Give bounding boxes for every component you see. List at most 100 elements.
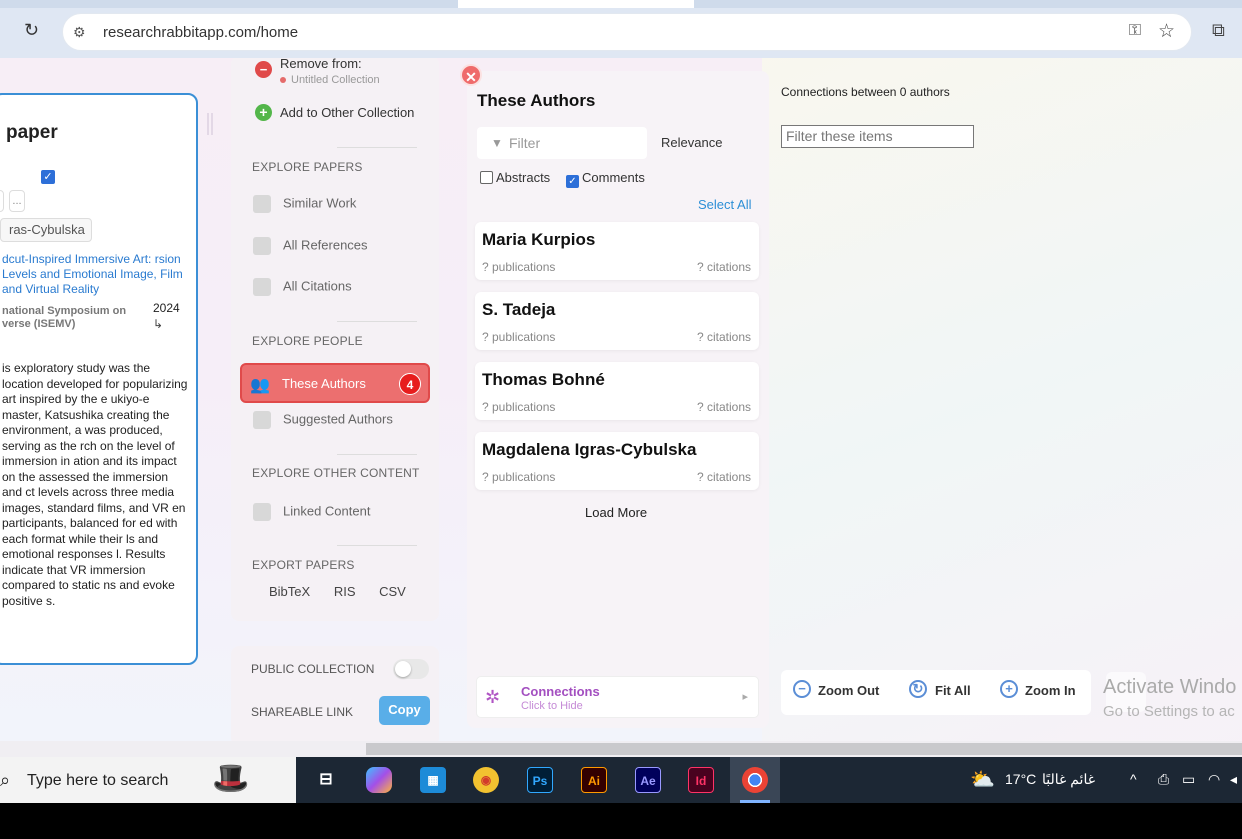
key-icon[interactable]: ⚿ [1129,22,1141,40]
comments-option[interactable]: ✓ Comments [566,170,645,188]
zoom-out-icon[interactable]: − [793,680,811,698]
author-citations: ? citations [696,470,751,484]
battery-icon[interactable]: ▭ [1182,771,1195,788]
author-filter-input[interactable]: ▼ Filter [477,127,647,159]
author-publications: ? publications [482,260,556,274]
after-effects-icon[interactable]: Ae [635,767,661,793]
people-icon: 👥 [250,377,270,394]
taskbar-search-text: Type here to search [27,772,169,789]
illustrator-icon[interactable]: Ai [581,767,607,793]
scrollbar-thumb[interactable] [366,743,1242,755]
chevron-up-icon[interactable]: ^ [1130,771,1137,787]
people-icon [253,411,271,429]
connections-toggle[interactable]: ✲ Connections Click to Hide ▸ [476,676,759,718]
abstracts-option[interactable]: Abstracts [480,170,550,185]
author-card[interactable]: Maria Kurpios ? publications ? citations [475,222,759,280]
indesign-icon[interactable]: Id [688,767,714,793]
task-view-icon[interactable]: ⊟ [313,767,339,793]
windows-taskbar: ⌕ Type here to search 🎩 ⊟ ▦ ◉ Ps Ai Ae I… [0,757,1242,803]
star-icon[interactable]: ☆ [1158,20,1175,43]
weather-icon[interactable]: ⛅ [970,767,995,792]
export-csv-link[interactable]: CSV [379,584,406,599]
paper-card[interactable]: paper ✓ ... ras-Cybulska dcut-Inspired I… [0,93,198,665]
add-icon[interactable]: + [255,104,272,121]
citations-icon [253,278,271,296]
public-collection-label: PUBLIC COLLECTION [251,662,375,676]
url-text[interactable]: researchrabbitapp.com/home [103,24,298,41]
fit-all-button[interactable]: Fit All [935,683,971,698]
export-bibtex-link[interactable]: BibTeX [269,584,310,599]
volume-icon[interactable]: ◂ [1230,771,1237,788]
connections-title: Connections [521,684,600,699]
copy-link-button[interactable]: Copy [379,696,430,725]
author-citations: ? citations [696,260,751,274]
suggested-authors-item[interactable]: Suggested Authors [253,411,393,429]
export-ris-link[interactable]: RIS [334,584,356,599]
zoom-in-icon[interactable]: + [1000,680,1018,698]
more-chip[interactable]: ... [9,190,25,212]
collection-settings: PUBLIC COLLECTION SHAREABLE LINK Copy [231,646,439,741]
author-card[interactable]: Magdalena Igras-Cybulska ? publications … [475,432,759,490]
taskbar-search[interactable]: ⌕ Type here to search 🎩 [0,757,296,803]
add-to-other-collection[interactable]: Add to Other Collection [280,105,414,120]
store-icon[interactable]: ▦ [420,767,446,793]
paper-checkbox[interactable]: ✓ [41,170,55,184]
paper-year: 2024 [153,301,180,315]
address-bar[interactable]: ⚙ researchrabbitapp.com/home ⚿ ☆ [62,13,1192,51]
browser-toolbar: ↻ ⚙ researchrabbitapp.com/home ⚿ ☆ ⧉ [0,0,1242,58]
author-publications: ? publications [482,470,556,484]
reload-icon[interactable]: ↻ [24,20,39,41]
weather-text[interactable]: غائم غالبًا [1042,771,1095,788]
abstracts-label: Abstracts [496,170,551,185]
remove-from-label[interactable]: Remove from: [280,58,362,71]
shareable-link-label: SHAREABLE LINK [251,705,354,719]
extensions-icon[interactable]: ⧉ [1212,20,1225,41]
active-tab[interactable] [458,0,694,8]
similar-work-label: Similar Work [283,195,357,211]
references-icon [253,237,271,255]
public-collection-toggle[interactable] [393,659,429,679]
photoshop-icon[interactable]: Ps [527,767,553,793]
document-icon [253,195,271,213]
zoom-in-button[interactable]: Zoom In [1025,683,1076,698]
these-authors-button[interactable]: 👥 These Authors 4 [240,363,430,403]
wifi-icon[interactable]: ◠ [1208,771,1220,788]
temperature[interactable]: 17°C [1005,771,1036,787]
chrome-taskbar-button[interactable] [730,757,780,803]
authors-panel: These Authors ▼ Filter Relevance Abstrac… [467,71,769,728]
copilot-icon[interactable] [366,767,392,793]
filter-icon: ▼ [491,136,503,150]
divider [337,321,417,322]
close-panel-icon[interactable]: ✕ [460,64,482,86]
similar-work-item[interactable]: Similar Work [253,195,356,213]
sort-select[interactable]: Relevance [661,135,722,150]
fit-all-icon[interactable]: ↻ [909,680,927,698]
export-papers-heading: EXPORT PAPERS [252,558,355,572]
all-references-label: All References [283,237,368,253]
zoom-out-button[interactable]: Zoom Out [818,683,879,698]
site-info-icon[interactable]: ⚙ [73,24,86,41]
chip[interactable] [0,190,4,212]
author-card[interactable]: Thomas Bohné ? publications ? citations [475,362,759,420]
comments-checkbox[interactable]: ✓ [566,175,579,188]
author-chip[interactable]: ras-Cybulska [0,218,92,242]
select-all-link[interactable]: Select All [698,197,751,212]
linked-content-label: Linked Content [283,503,371,519]
filter-placeholder: Filter [509,135,541,151]
connections-count: Connections between 0 authors [781,85,950,99]
remove-icon[interactable]: − [255,61,272,78]
load-more-button[interactable]: Load More [585,505,647,520]
all-references-item[interactable]: All References [253,237,368,255]
author-card[interactable]: S. Tadeja ? publications ? citations [475,292,759,350]
horizontal-scrollbar[interactable] [0,741,1242,757]
chrome-alt-icon[interactable]: ◉ [473,767,499,793]
subdirectory-arrow-icon[interactable]: ↳ [153,317,163,331]
drag-handle[interactable] [207,113,213,135]
meet-now-icon[interactable]: ⎙ [1158,771,1169,788]
abstracts-checkbox[interactable] [480,171,493,184]
all-citations-item[interactable]: All Citations [253,278,352,296]
linked-content-item[interactable]: Linked Content [253,503,370,521]
explore-papers-heading: EXPLORE PAPERS [252,160,363,174]
paper-title-link[interactable]: dcut-Inspired Immersive Art: rsion Level… [2,252,192,297]
graph-filter-input[interactable]: Filter these items [781,125,974,148]
